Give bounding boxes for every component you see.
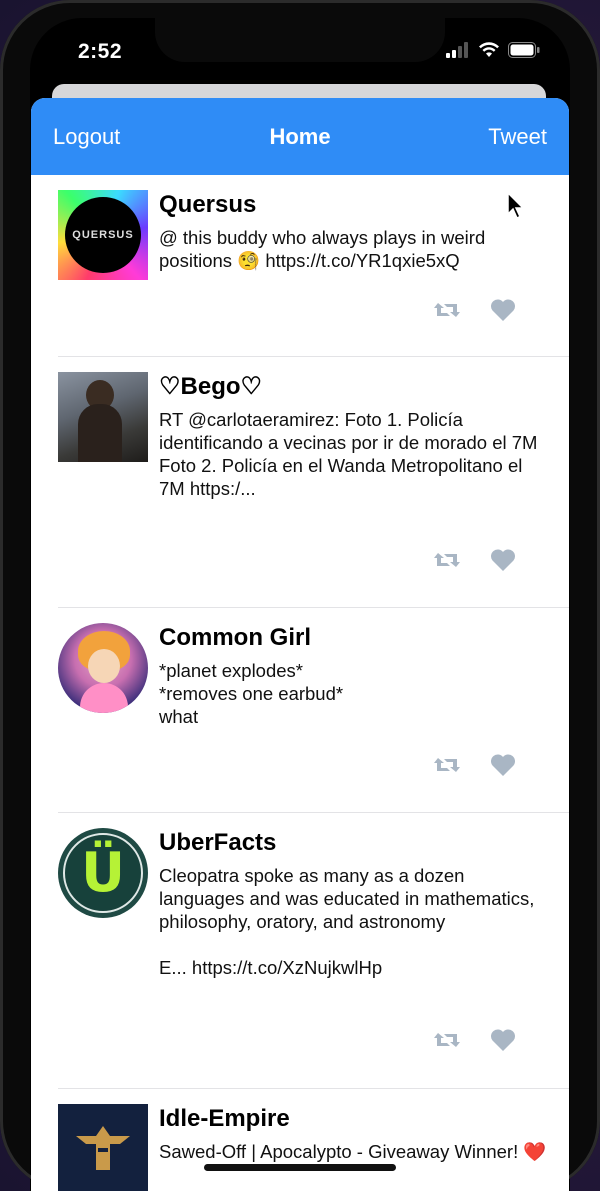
avatar[interactable] xyxy=(58,1104,148,1191)
retweet-icon[interactable] xyxy=(431,547,463,573)
tweet-row[interactable]: QUERSUS Quersus @ this buddy who always … xyxy=(58,175,569,357)
tweet-username: ♡Bego♡ xyxy=(159,373,263,400)
avatar[interactable]: QUERSUS xyxy=(58,190,148,280)
home-indicator[interactable] xyxy=(204,1164,396,1171)
tweet-text: Cleopatra spoke as many as a dozen langu… xyxy=(159,865,535,978)
like-icon[interactable] xyxy=(487,1027,519,1053)
modal-sheet: Logout Home Tweet QUERSUS Quersus @ this… xyxy=(31,98,569,1191)
tweet-text: RT @carlotaeramirez: Foto 1. Policía ide… xyxy=(159,409,538,499)
like-icon[interactable] xyxy=(487,297,519,323)
tweet-text: @ this buddy who always plays in weird p… xyxy=(159,227,486,271)
tweet-text: Sawed-Off | Apocalypto - Giveaway Winner… xyxy=(159,1141,547,1162)
tweet-text: *planet explodes* *removes one earbud* w… xyxy=(159,660,344,727)
retweet-icon[interactable] xyxy=(431,1027,463,1053)
mouse-cursor-icon xyxy=(507,192,525,220)
tweet-button[interactable]: Tweet xyxy=(488,124,547,150)
tweet-row[interactable]: ♡Bego♡ RT @carlotaeramirez: Foto 1. Poli… xyxy=(58,357,569,608)
like-icon[interactable] xyxy=(487,752,519,778)
tweet-username: Idle-Empire xyxy=(159,1105,290,1132)
like-icon[interactable] xyxy=(487,547,519,573)
nav-bar: Logout Home Tweet xyxy=(31,98,569,175)
avatar-logo-text: QUERSUS xyxy=(72,229,134,241)
avatar[interactable]: Ü xyxy=(58,828,148,918)
eagle-logo-icon xyxy=(76,1126,130,1170)
avatar[interactable] xyxy=(58,623,148,713)
tweet-row[interactable]: Idle-Empire Sawed-Off | Apocalypto - Giv… xyxy=(58,1089,569,1191)
tweet-row[interactable]: Common Girl *planet explodes* *removes o… xyxy=(58,608,569,813)
retweet-icon[interactable] xyxy=(431,752,463,778)
retweet-icon[interactable] xyxy=(431,297,463,323)
tweet-username: Quersus xyxy=(159,191,257,218)
tweet-username: Common Girl xyxy=(159,624,312,651)
avatar[interactable] xyxy=(58,372,148,462)
tweet-username: UberFacts xyxy=(159,829,277,856)
tweet-row[interactable]: Ü UberFacts Cleopatra spoke as many as a… xyxy=(58,813,569,1089)
